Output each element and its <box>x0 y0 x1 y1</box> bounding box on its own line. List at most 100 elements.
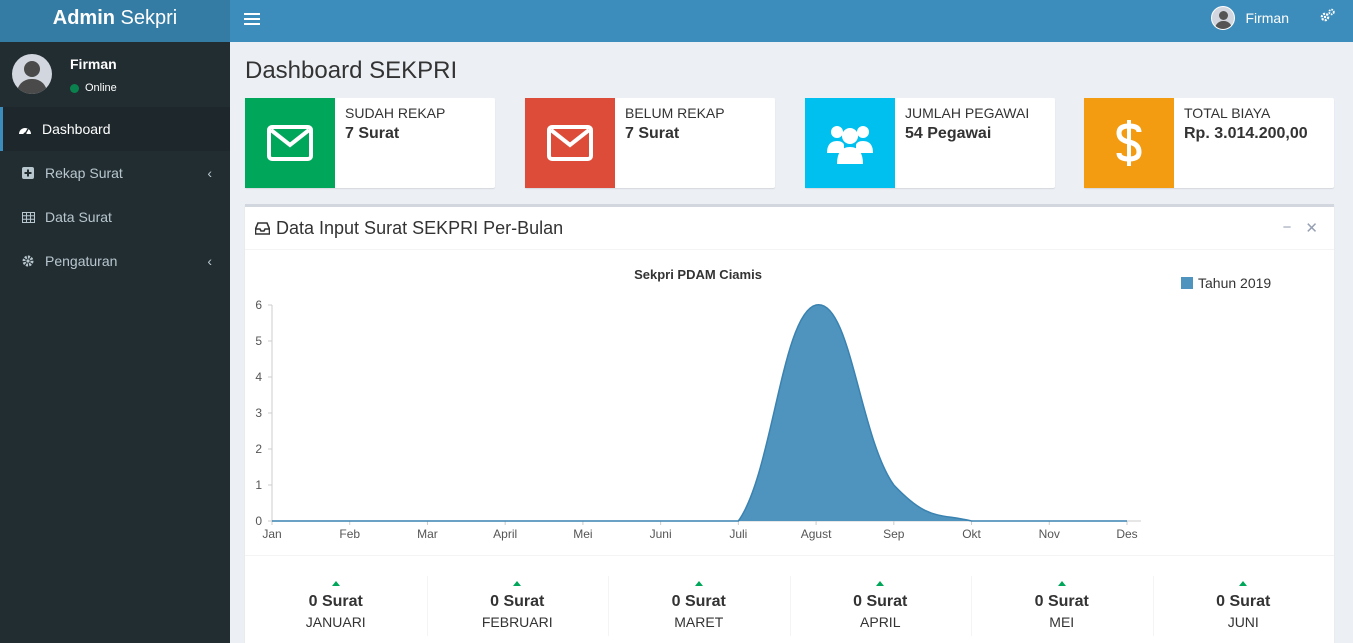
stat-item: 0 Surat MARET <box>608 556 790 643</box>
box-tools: − ✕ <box>1283 219 1318 237</box>
online-dot-icon <box>70 83 79 93</box>
stat-value: 0 Surat <box>490 593 545 610</box>
user-panel-name: Firman <box>70 56 117 72</box>
avatar <box>12 54 52 94</box>
caret-up-icon <box>876 581 885 586</box>
avatar <box>1211 6 1236 30</box>
x-tick-label: Des <box>1116 527 1137 541</box>
x-tick-label: Feb <box>339 527 360 541</box>
stat-label: JUNI <box>1227 614 1259 630</box>
x-tick-label: Juni <box>650 527 672 541</box>
y-tick-label: 0 <box>255 514 262 528</box>
brand-light: Sekpri <box>120 7 178 29</box>
x-tick-label: Nov <box>1039 527 1060 541</box>
chart-container: Sekpri PDAM Ciamis 0 1 2 3 4 5 6 Jan Feb Mar April M… <box>245 253 1334 553</box>
chart-title: Sekpri PDAM Ciamis <box>634 267 762 282</box>
stat-value: 0 Surat <box>308 593 363 610</box>
panel-header: Data Input Surat SEKPRI Per-Bulan − ✕ <box>245 207 1334 250</box>
sidebar-item-pengaturan[interactable]: Pengaturan ‹ <box>0 239 230 283</box>
x-tick-label: Okt <box>962 527 981 541</box>
area-chart: Sekpri PDAM Ciamis 0 1 2 3 4 5 6 Jan Feb Mar April M… <box>255 267 1271 541</box>
stat-item: 0 Surat FEBRUARI <box>426 556 609 643</box>
info-box-value: Rp. 3.014.200,00 <box>1184 125 1308 142</box>
stat-value: 0 Surat <box>671 593 726 610</box>
page-scrollbar[interactable] <box>1349 42 1353 643</box>
stat-label: MEI <box>1049 614 1075 630</box>
panel-title-text: Data Input Surat SEKPRI Per-Bulan <box>276 218 564 238</box>
info-box-jumlah-pegawai: JUMLAH PEGAWAI 54 Pegawai <box>805 98 1055 188</box>
stat-label: FEBRUARI <box>481 614 553 630</box>
info-box-label: SUDAH REKAP <box>345 105 446 121</box>
sidebar-item-label: Pengaturan <box>45 253 118 269</box>
chevron-left-icon: ‹ <box>207 253 212 269</box>
user-menu-name: Firman <box>1245 10 1289 26</box>
stat-item: 0 Surat APRIL <box>789 556 972 643</box>
chart-panel: Data Input Surat SEKPRI Per-Bulan − ✕ Se… <box>245 204 1334 643</box>
brand-logo[interactable]: Admin Sekpri <box>0 0 230 42</box>
page-title: Dashboard SEKPRI <box>245 57 458 84</box>
x-tick-label: April <box>493 527 517 541</box>
y-tick-label: 3 <box>255 406 262 420</box>
stat-label: APRIL <box>860 614 901 630</box>
top-navbar: Firman <box>230 0 1353 42</box>
info-box-value: 7 Surat <box>345 125 400 142</box>
plus-square-icon <box>21 167 35 179</box>
info-box-belum-rekap: BELUM REKAP 7 Surat <box>525 98 775 188</box>
caret-up-icon <box>513 581 522 586</box>
y-tick-label: 2 <box>255 442 262 456</box>
info-box-value: 7 Surat <box>625 125 680 142</box>
table-icon <box>21 211 35 223</box>
stat-item: 0 Surat JUNI <box>1152 556 1335 643</box>
caret-up-icon <box>1239 581 1248 586</box>
y-tick-label: 4 <box>255 370 262 384</box>
caret-up-icon <box>694 581 703 586</box>
stat-label: MARET <box>674 614 724 630</box>
user-panel: Firman Online <box>0 42 230 107</box>
stat-value: 0 Surat <box>853 593 908 610</box>
status-badge: Online <box>70 82 117 94</box>
info-box-label: JUMLAH PEGAWAI <box>905 105 1030 121</box>
sidebar-item-label: Dashboard <box>42 121 111 137</box>
legend-label: Tahun 2019 <box>1198 275 1271 291</box>
legend-swatch <box>1181 277 1193 289</box>
stat-value: 0 Surat <box>1216 593 1271 610</box>
envelope-icon <box>245 98 335 188</box>
sidebar-toggle-icon[interactable] <box>244 9 260 31</box>
sidebar-item-rekap-surat[interactable]: Rekap Surat ‹ <box>0 151 230 195</box>
y-tick-label: 5 <box>255 334 262 348</box>
brand-bold: Admin <box>52 7 115 29</box>
dashboard-icon <box>18 124 32 135</box>
minimize-icon[interactable]: − <box>1283 219 1292 237</box>
user-menu[interactable]: Firman <box>1211 0 1289 36</box>
x-tick-label: Juli <box>729 527 747 541</box>
gears-icon[interactable] <box>1320 8 1335 26</box>
stat-item: 0 Surat MEI <box>971 556 1153 643</box>
y-tick-label: 6 <box>255 298 262 312</box>
x-tick-label: Sep <box>883 527 905 541</box>
dollar-icon <box>1084 98 1174 188</box>
monthly-stats: 0 Surat JANUARI 0 Surat FEBRUARI 0 Surat… <box>245 555 1334 643</box>
status-text: Online <box>85 82 117 94</box>
caret-up-icon <box>1057 581 1066 586</box>
series-line <box>272 304 1127 522</box>
chevron-left-icon: ‹ <box>207 165 212 181</box>
sidebar-item-data-surat[interactable]: Data Surat <box>0 195 230 239</box>
sidebar-item-label: Rekap Surat <box>45 165 123 181</box>
x-tick-label: Mar <box>417 527 438 541</box>
close-icon[interactable]: ✕ <box>1305 219 1318 237</box>
stat-value: 0 Surat <box>1034 593 1089 610</box>
x-tick-label: Agust <box>801 527 832 541</box>
info-box-label: BELUM REKAP <box>625 105 725 121</box>
users-icon <box>805 98 895 188</box>
stat-item: 0 Surat JANUARI <box>245 556 427 643</box>
y-tick-label: 1 <box>255 478 262 492</box>
gear-icon <box>21 255 35 267</box>
info-box-sudah-rekap: SUDAH REKAP 7 Surat <box>245 98 495 188</box>
inbox-icon <box>255 222 270 235</box>
caret-up-icon <box>331 581 340 586</box>
info-box-value: 54 Pegawai <box>905 125 992 142</box>
stat-label: JANUARI <box>305 614 366 630</box>
x-tick-label: Jan <box>262 527 281 541</box>
x-tick-label: Mei <box>573 527 592 541</box>
sidebar-item-dashboard[interactable]: Dashboard <box>0 107 230 151</box>
